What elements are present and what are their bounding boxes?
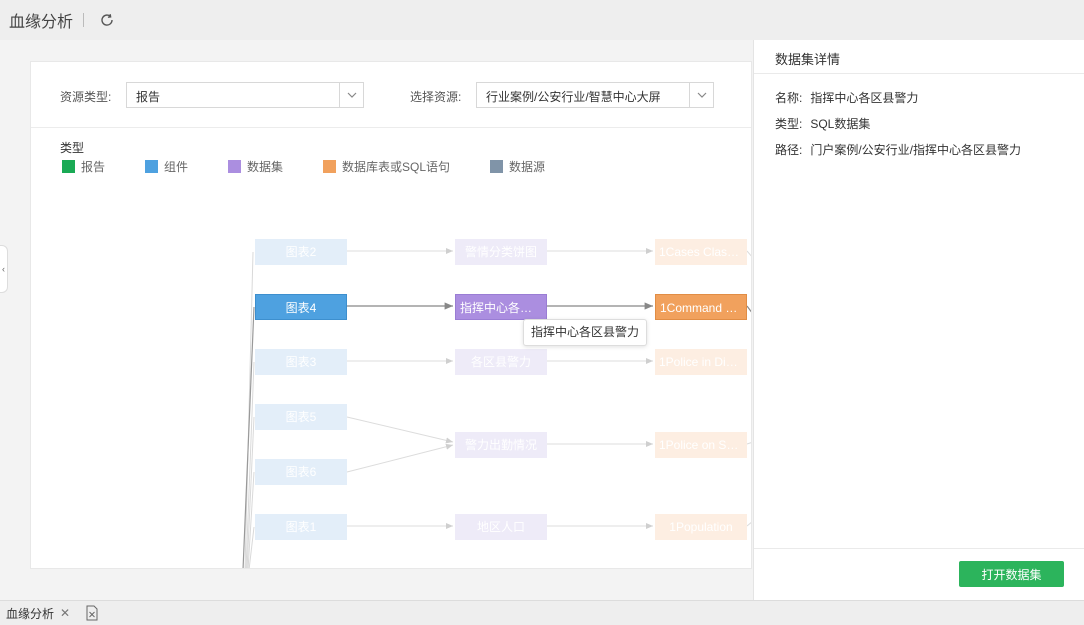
details-type-value: SQL数据集 <box>810 117 871 131</box>
node-component-chart1[interactable]: 图表1 <box>255 514 347 540</box>
node-table-command-center[interactable]: 1Command Center <box>655 294 747 320</box>
node-tooltip: 指挥中心各区县警力 <box>523 319 647 346</box>
node-dataset-district-police[interactable]: 各区县警力 <box>455 349 547 375</box>
node-component-chart3[interactable]: 图表3 <box>255 349 347 375</box>
node-dataset-case-pie[interactable]: 警情分类饼图 <box>455 239 547 265</box>
details-path-label: 路径: <box>775 143 803 157</box>
node-component-chart5[interactable]: 图表5 <box>255 404 347 430</box>
node-dataset-command-center[interactable]: 指挥中心各区县警力 <box>455 294 547 320</box>
node-dataset-attendance[interactable]: 警力出勤情况 <box>455 432 547 458</box>
node-table-police-on-schedule[interactable]: 1Police on Schedule <box>655 432 747 458</box>
details-title: 数据集详情 <box>754 40 1084 74</box>
close-icon[interactable]: ✕ <box>60 606 70 620</box>
details-name-label: 名称: <box>775 91 803 105</box>
lineage-panel: 资源类型: 报告 选择资源: 行业案例/公安行业/智慧中心大屏 类型 报告 组件… <box>30 61 752 569</box>
details-name-value: 指挥中心各区县警力 <box>810 91 919 105</box>
chevron-left-icon: ‹ <box>2 264 5 274</box>
top-bar: 血缘分析 <box>0 0 1084 40</box>
details-type-row: 类型: SQL数据集 <box>775 115 870 132</box>
open-dataset-button[interactable]: 打开数据集 <box>959 561 1064 587</box>
node-component-chart6[interactable]: 图表6 <box>255 459 347 485</box>
details-type-label: 类型: <box>775 117 803 131</box>
collapse-sidebar-tab[interactable]: ‹ <box>0 245 8 293</box>
refresh-icon[interactable] <box>98 11 116 29</box>
node-table-population[interactable]: 1Population <box>655 514 747 540</box>
export-icon[interactable] <box>84 605 100 621</box>
details-path-value: 门户案例/公安行业/指挥中心各区县警力 <box>810 143 1022 157</box>
page-title: 血缘分析 <box>9 14 74 31</box>
title-divider <box>83 13 85 27</box>
bottom-tab-bar: 血缘分析 ✕ <box>0 600 1084 625</box>
node-table-cases-classification[interactable]: 1Cases Classification <box>655 239 747 265</box>
details-footer: 打开数据集 <box>754 548 1084 600</box>
details-path-row: 路径: 门户案例/公安行业/指挥中心各区县警力 <box>775 141 1021 158</box>
lineage-edges <box>242 248 751 568</box>
node-table-police-in-district[interactable]: 1Police in District <box>655 349 747 375</box>
node-component-chart4[interactable]: 图表4 <box>255 294 347 320</box>
tab-lineage-analysis[interactable]: 血缘分析 ✕ <box>0 601 70 625</box>
tab-label: 血缘分析 <box>6 606 55 621</box>
details-name-row: 名称: 指挥中心各区县警力 <box>775 89 918 106</box>
dataset-details-panel: 数据集详情 名称: 指挥中心各区县警力 类型: SQL数据集 路径: 门户案例/公安行… <box>753 40 1084 600</box>
node-dataset-population[interactable]: 地区人口 <box>455 514 547 540</box>
node-component-chart2[interactable]: 图表2 <box>255 239 347 265</box>
